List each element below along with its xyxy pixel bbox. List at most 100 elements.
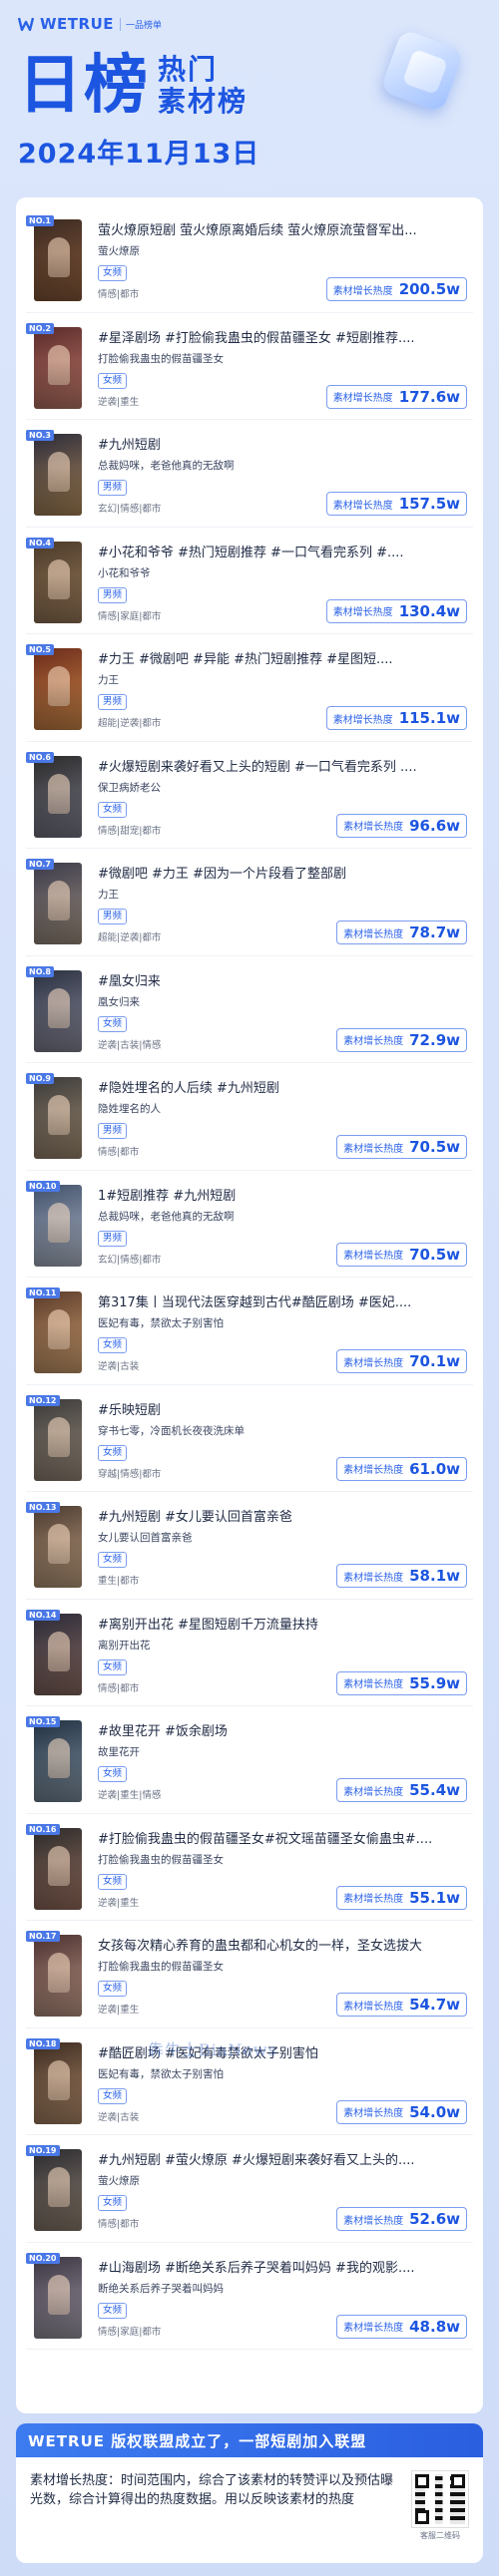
rank-badge: NO.6 xyxy=(26,751,54,763)
poster-thumbnail[interactable] xyxy=(34,1720,82,1802)
list-item[interactable]: NO.10 1#短剧推荐 #九州短剧 总裁妈咪，老爸他真的无敌啊 男频 玄幻|情… xyxy=(26,1171,473,1278)
list-item[interactable]: NO.11 第317集丨当现代法医穿越到古代#酷匠剧场 #医妃.... 医妃有毒… xyxy=(26,1278,473,1385)
item-title[interactable]: #山海剧场 #断绝关系后养子哭着叫妈妈 #我的观影.... xyxy=(98,2257,467,2275)
rank-badge: NO.10 xyxy=(26,1180,60,1192)
poster-thumbnail[interactable] xyxy=(34,755,82,838)
thumb-wrap: NO.3 xyxy=(26,420,84,527)
item-title[interactable]: #乐映短剧 xyxy=(98,1399,467,1417)
list-item[interactable]: NO.8 #凰女归来 凰女归来 女频 逆袭|古装|情感 素材增长热度 72.9w xyxy=(26,956,473,1063)
thumb-wrap: NO.14 xyxy=(26,1600,84,1706)
poster-thumbnail[interactable] xyxy=(34,541,82,623)
category-badge: 女频 xyxy=(98,1873,128,1890)
heat-value: 70.5w xyxy=(409,1138,460,1156)
heat-value: 157.5w xyxy=(398,495,460,513)
item-info: #打脸偷我蛊虫的假苗疆圣女#祝文瑶苗疆圣女偷蛊虫#.... 打脸偷我蛊虫的假苗疆… xyxy=(84,1814,473,1921)
poster-thumbnail[interactable] xyxy=(34,326,82,409)
item-drama-name: 打脸偷我蛊虫的假苗疆圣女 xyxy=(98,1961,224,1973)
item-title[interactable]: #九州短剧 #女儿要认回首富亲爸 xyxy=(98,1506,467,1524)
category-badge: 女频 xyxy=(98,1337,128,1353)
poster-thumbnail[interactable] xyxy=(34,1184,82,1267)
heat-value: 54.0w xyxy=(409,2102,460,2121)
list-item[interactable]: NO.12 #乐映短剧 穿书七零，冷面机长夜夜洗床单 女频 穿越|情感|都市 素… xyxy=(26,1385,473,1492)
thumb-wrap: NO.4 xyxy=(26,528,84,634)
list-item[interactable]: NO.16 #打脸偷我蛊虫的假苗疆圣女#祝文瑶苗疆圣女偷蛊虫#.... 打脸偷我… xyxy=(26,1814,473,1921)
rank-badge: NO.1 xyxy=(26,215,54,226)
poster-thumbnail[interactable] xyxy=(34,219,82,301)
list-item[interactable]: NO.1 萤火燎原短剧 萤火燎原离婚后续 萤火燎原流萤督军出... 萤火燎原 女… xyxy=(26,205,473,313)
poster-thumbnail[interactable] xyxy=(34,2041,82,2124)
item-drama-name: 断绝关系后养子哭着叫妈妈 xyxy=(98,2282,224,2295)
item-title[interactable]: #九州短剧 xyxy=(98,434,467,452)
list-item[interactable]: NO.3 #九州短剧 总裁妈咪，老爸他真的无敌啊 男频 玄幻|情感|都市 素材增… xyxy=(26,420,473,528)
item-title[interactable]: 萤火燎原短剧 萤火燎原离婚后续 萤火燎原流萤督军出... xyxy=(98,219,467,237)
heat-label: 素材增长热度 xyxy=(343,1572,404,1584)
poster-thumbnail[interactable] xyxy=(34,863,82,944)
item-drama-name: 打脸偷我蛊虫的假苗疆圣女 xyxy=(98,352,224,365)
poster-thumbnail[interactable] xyxy=(34,648,82,730)
poster-thumbnail[interactable] xyxy=(34,434,82,516)
thumb-wrap: NO.17 xyxy=(26,1921,84,2027)
heat-box: 素材增长热度 70.5w xyxy=(336,1242,467,1267)
list-item[interactable]: NO.17 女孩每次精心养育的蛊虫都和心机女的一样，圣女选拔大 打脸偷我蛊虫的假… xyxy=(26,1921,473,2028)
list-item[interactable]: NO.9 #隐姓埋名的人后续 #九州短剧 隐姓埋名的人 男频 情感|都市 素材增… xyxy=(26,1063,473,1171)
category-badge: 女频 xyxy=(98,1015,128,1032)
poster-thumbnail[interactable] xyxy=(34,2149,82,2231)
qr-wrap: 客服二维码 xyxy=(409,2470,471,2541)
poster-thumbnail[interactable] xyxy=(34,1506,82,1588)
item-title[interactable]: #力王 #微剧吧 #异能 #热门短剧推荐 #星图短.... xyxy=(98,648,467,666)
item-drama-name: 萤火燎原 xyxy=(98,245,140,257)
list-item[interactable]: NO.20 #山海剧场 #断绝关系后养子哭着叫妈妈 #我的观影.... 断绝关系… xyxy=(26,2243,473,2350)
list-item[interactable]: NO.13 #九州短剧 #女儿要认回首富亲爸 女儿要认回首富亲爸 女频 重生|都… xyxy=(26,1492,473,1600)
category-badge: 女频 xyxy=(98,372,128,389)
poster-thumbnail[interactable] xyxy=(34,1291,82,1373)
list-item[interactable]: NO.15 #故里花开 #饭余剧场 故里花开 女频 逆袭|重生|情感 素材增长热… xyxy=(26,1706,473,1814)
poster-thumbnail[interactable] xyxy=(34,969,82,1052)
poster-thumbnail[interactable] xyxy=(34,2256,82,2339)
item-title[interactable]: #离别开出花 #星图短剧千万流量扶持 xyxy=(98,1614,467,1632)
list-item[interactable]: NO.7 #微剧吧 #力王 #因为一个片段看了整部剧 力王 男频 超能|逆袭|都… xyxy=(26,849,473,956)
item-title[interactable]: #微剧吧 #力王 #因为一个片段看了整部剧 xyxy=(98,863,467,881)
banner-title: WETRUE 版权联盟成立了，一部短剧加入联盟 xyxy=(28,2431,367,2450)
list-item[interactable]: NO.4 #小花和爷爷 #热门短剧推荐 #一口气看完系列 #.... 小花和爷爷… xyxy=(26,528,473,634)
heat-box: 素材增长热度 52.6w xyxy=(336,2207,467,2231)
category-badge: 女频 xyxy=(98,1981,128,1997)
list-item[interactable]: NO.2 #星泽剧场 #打脸偷我蛊虫的假苗疆圣女 #短剧推荐.... 打脸偷我蛊… xyxy=(26,313,473,420)
item-title[interactable]: #故里花开 #饭余剧场 xyxy=(98,1720,467,1738)
category-badge: 女频 xyxy=(98,1444,128,1461)
thumb-wrap: NO.19 xyxy=(26,2135,84,2242)
heat-box: 素材增长热度 58.1w xyxy=(336,1564,467,1588)
poster-thumbnail[interactable] xyxy=(34,1827,82,1910)
item-drama-name: 女儿要认回首富亲爸 xyxy=(98,1532,193,1544)
heat-value: 70.5w xyxy=(409,1245,460,1264)
list-item[interactable]: NO.19 #九州短剧 #萤火燎原 #火爆短剧来袭好看又上头的.... 萤火燎原… xyxy=(26,2135,473,2243)
list-item[interactable]: NO.6 #火爆短剧来袭好看又上头的短剧 #一口气看完系列 .... 保卫病娇老… xyxy=(26,742,473,849)
poster-thumbnail[interactable] xyxy=(34,1398,82,1481)
rank-badge: NO.17 xyxy=(26,1931,60,1942)
category-badge: 女频 xyxy=(98,265,128,281)
item-drama-name: 力王 xyxy=(98,674,119,686)
item-title[interactable]: 第317集丨当现代法医穿越到古代#酷匠剧场 #医妃.... xyxy=(98,1291,467,1309)
thumb-wrap: NO.10 xyxy=(26,1171,84,1278)
item-info: #小花和爷爷 #热门短剧推荐 #一口气看完系列 #.... 小花和爷爷 男频 情… xyxy=(84,528,473,634)
item-title[interactable]: 1#短剧推荐 #九州短剧 xyxy=(98,1185,467,1203)
qr-code-icon[interactable] xyxy=(411,2470,469,2528)
poster-thumbnail[interactable] xyxy=(34,1613,82,1695)
item-drama-name: 力王 xyxy=(98,889,119,901)
item-title[interactable]: #凰女归来 xyxy=(98,970,467,988)
crystal-decoration-icon xyxy=(367,18,477,128)
item-title[interactable]: #打脸偷我蛊虫的假苗疆圣女#祝文瑶苗疆圣女偷蛊虫#.... xyxy=(98,1828,467,1846)
heat-box: 素材增长热度 70.5w xyxy=(336,1135,467,1159)
wetrue-logo-icon xyxy=(18,16,34,32)
item-title[interactable]: #小花和爷爷 #热门短剧推荐 #一口气看完系列 #.... xyxy=(98,542,467,559)
item-title[interactable]: #九州短剧 #萤火燎原 #火爆短剧来袭好看又上头的.... xyxy=(98,2149,467,2167)
poster-thumbnail[interactable] xyxy=(34,1935,82,2017)
poster-thumbnail[interactable] xyxy=(34,1077,82,1159)
item-title[interactable]: #星泽剧场 #打脸偷我蛊虫的假苗疆圣女 #短剧推荐.... xyxy=(98,327,467,345)
rank-badge: NO.13 xyxy=(26,1502,60,1513)
item-title[interactable]: 女孩每次精心养育的蛊虫都和心机女的一样，圣女选拔大 xyxy=(98,1935,467,1953)
list-item[interactable]: NO.14 #离别开出花 #星图短剧千万流量扶持 离别开出花 女频 情感|都市 … xyxy=(26,1600,473,1706)
item-info: 1#短剧推荐 #九州短剧 总裁妈咪，老爸他真的无敌啊 男频 玄幻|情感|都市 素… xyxy=(84,1171,473,1278)
item-title[interactable]: #火爆短剧来袭好看又上头的短剧 #一口气看完系列 .... xyxy=(98,756,467,774)
list-item[interactable]: NO.5 #力王 #微剧吧 #异能 #热门短剧推荐 #星图短.... 力王 男频… xyxy=(26,634,473,742)
item-title[interactable]: #隐姓埋名的人后续 #九州短剧 xyxy=(98,1077,467,1095)
